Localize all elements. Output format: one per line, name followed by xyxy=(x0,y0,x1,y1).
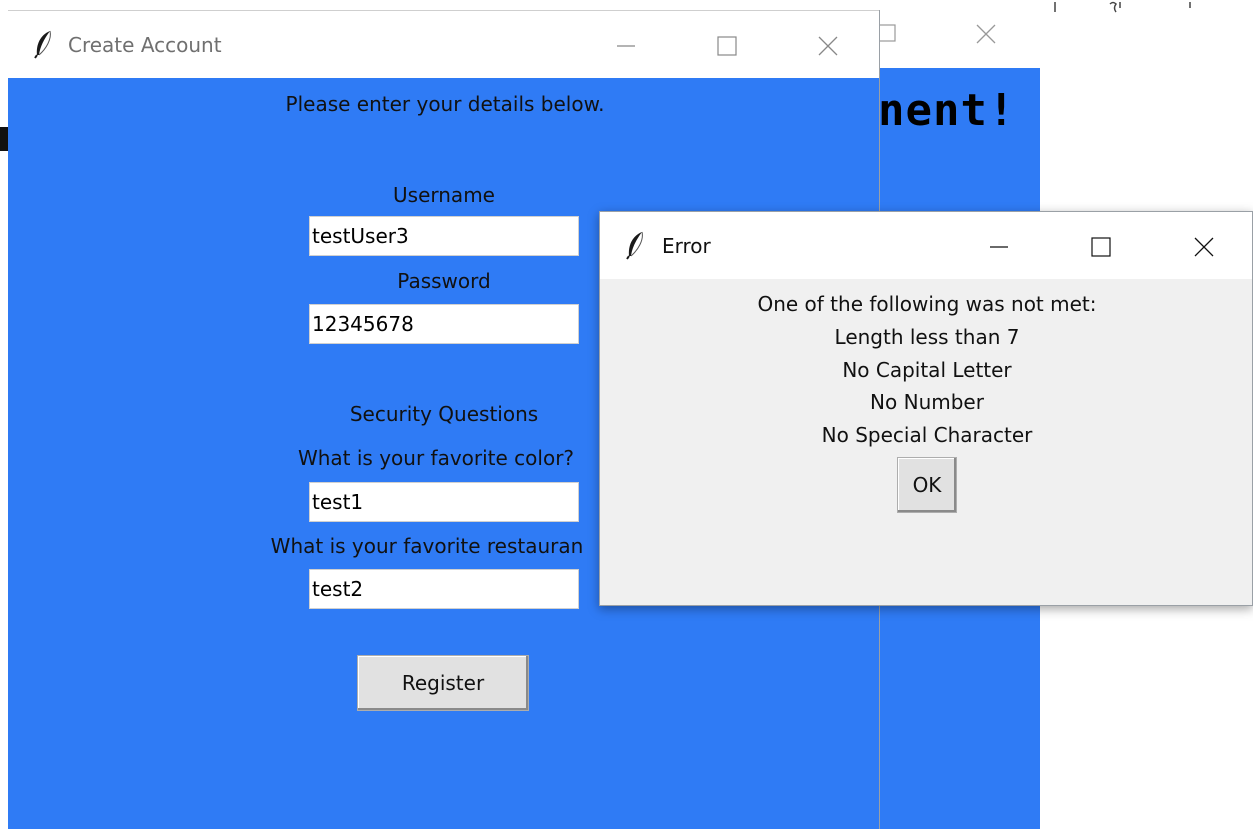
maximize-icon[interactable] xyxy=(1090,236,1112,258)
password-label: Password xyxy=(397,269,491,293)
question1-label: What is your favorite color? xyxy=(297,446,575,470)
answer1-field[interactable] xyxy=(309,482,579,522)
error-dialog: Error One of the following was not met: … xyxy=(599,211,1253,606)
minimize-icon[interactable] xyxy=(615,35,637,57)
close-icon[interactable] xyxy=(817,35,839,57)
instructions-label: Please enter your details below. xyxy=(285,92,605,116)
answer2-field[interactable] xyxy=(309,569,579,609)
error-titlebar[interactable]: Error xyxy=(600,212,1252,279)
security-questions-heading: Security Questions xyxy=(349,402,539,426)
create-account-titlebar[interactable]: Create Account xyxy=(8,10,879,78)
question2-label: What is your favorite restauran xyxy=(270,534,584,558)
error-message-line: One of the following was not met: xyxy=(757,292,1097,316)
feather-icon xyxy=(34,30,51,59)
window-title: Create Account xyxy=(68,33,222,57)
error-message-line: Length less than 7 xyxy=(834,325,1020,349)
maximize-icon[interactable] xyxy=(877,23,899,45)
error-message-line: No Capital Letter xyxy=(842,358,1012,382)
register-button[interactable]: Register xyxy=(357,655,529,711)
close-icon[interactable] xyxy=(975,23,997,45)
background-heading: nent! xyxy=(878,85,1016,136)
maximize-icon[interactable] xyxy=(716,35,738,57)
password-field[interactable] xyxy=(309,304,579,344)
feather-icon xyxy=(626,231,643,260)
error-message-line: No Number xyxy=(870,390,984,414)
left-edge-fragment xyxy=(0,127,8,151)
username-label: Username xyxy=(393,183,495,207)
dialog-title: Error xyxy=(662,234,711,258)
error-message-line: No Special Character xyxy=(821,423,1033,447)
username-field[interactable] xyxy=(309,216,579,256)
close-icon[interactable] xyxy=(1193,236,1215,258)
minimize-icon[interactable] xyxy=(988,236,1010,258)
ok-button[interactable]: OK xyxy=(897,457,957,513)
background-text-fragment xyxy=(1054,1,1191,13)
